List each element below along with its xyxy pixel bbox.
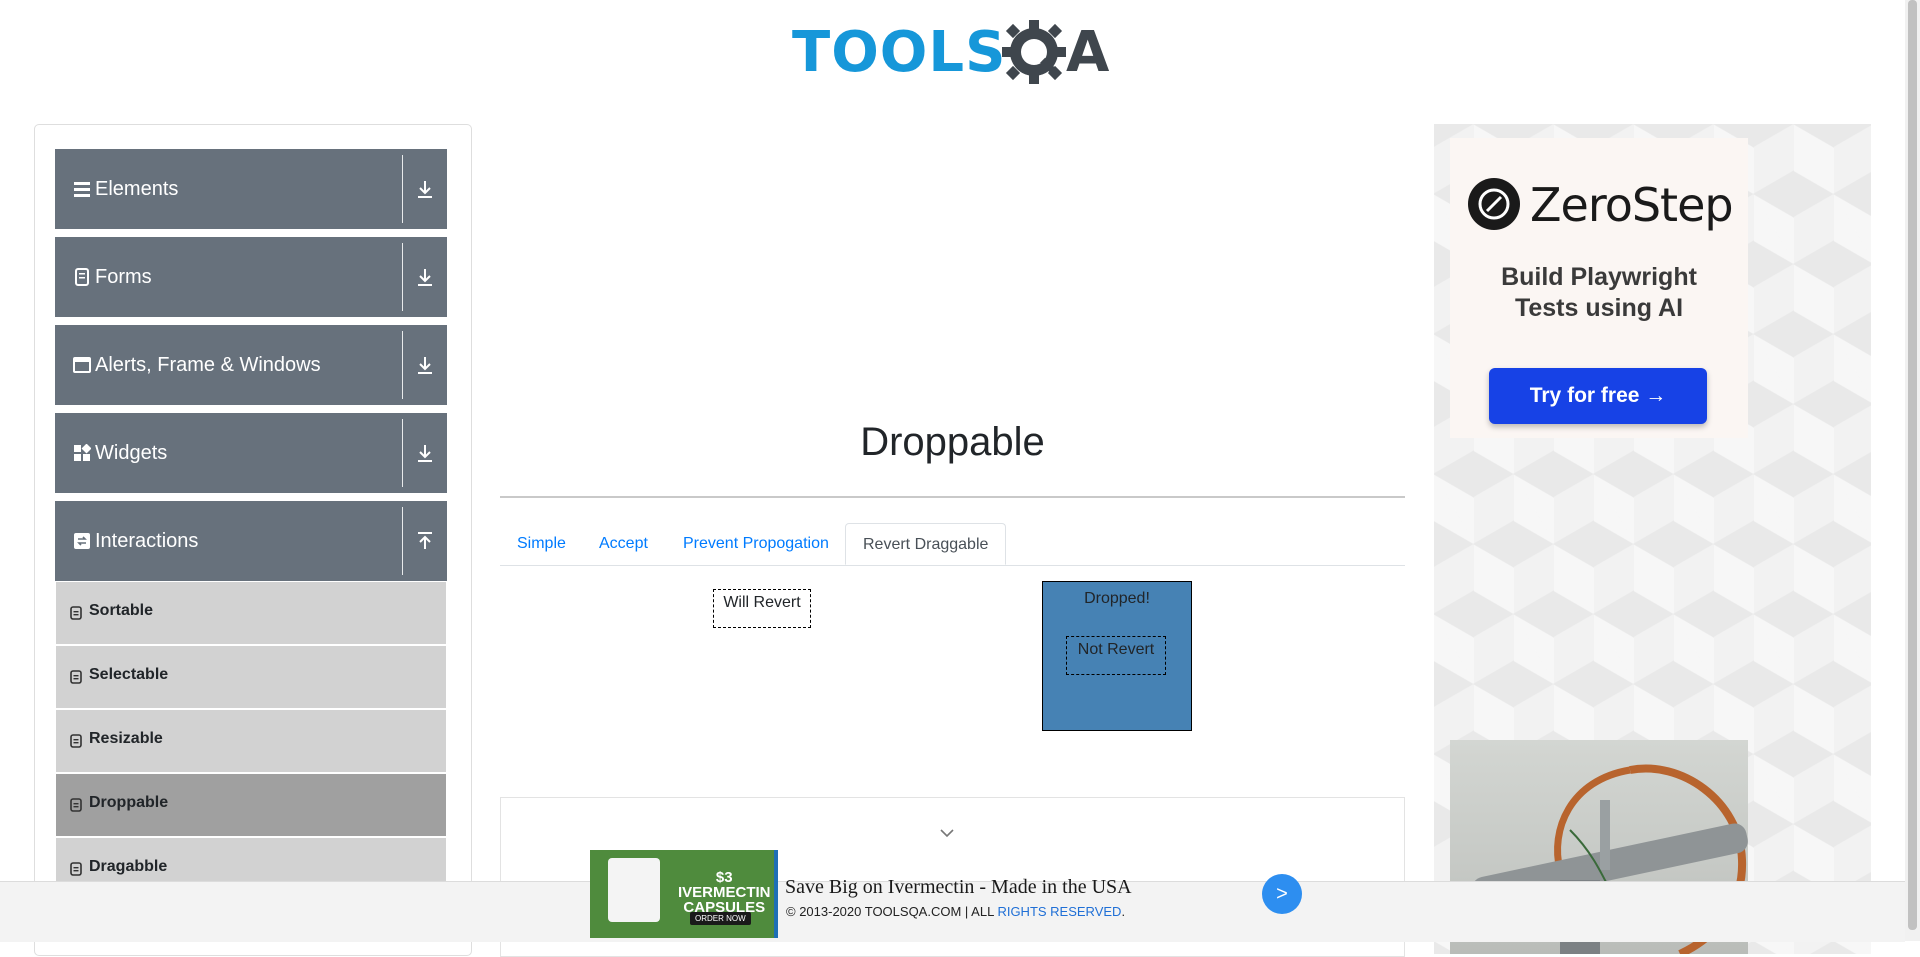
sidebar-group-label: Forms (95, 266, 152, 288)
sidebar-group-label: Elements (95, 178, 179, 200)
sidebar-group-alerts[interactable]: Alerts, Frame & Windows (55, 325, 447, 405)
collapse-icon[interactable] (412, 527, 438, 555)
scrollbar-thumb[interactable] (1908, 0, 1917, 930)
page-title: Droppable (860, 420, 1045, 464)
list-item-icon (70, 734, 82, 748)
bottom-sticky-ad[interactable]: $3 IVERMECTIN CAPSULES ORDER NOW Save Bi… (590, 850, 1302, 941)
window-icon (73, 357, 91, 373)
tab-simple[interactable]: Simple (500, 523, 583, 565)
sidebar-item-droppable[interactable]: Droppable (56, 774, 446, 838)
expand-icon[interactable] (412, 263, 438, 291)
sidebar-item-label: Resizable (89, 730, 163, 747)
sidebar-group-widgets[interactable]: Widgets (55, 413, 447, 493)
gear-q-icon (1002, 20, 1066, 84)
ad-price-line: IVERMECTIN (678, 884, 771, 901)
list-item-icon (70, 606, 82, 620)
sidebar-item-selectable[interactable]: Selectable (56, 646, 446, 710)
sidebar-item-sortable[interactable]: Sortable (56, 582, 446, 646)
form-icon (75, 268, 89, 286)
expand-icon[interactable] (412, 439, 438, 467)
divider (402, 331, 403, 399)
drop-target-label: Dropped! (1084, 590, 1150, 607)
sidebar-item-label: Droppable (89, 794, 169, 811)
ad-price: $3 IVERMECTIN CAPSULES (678, 870, 771, 915)
page-scrollbar[interactable] (1905, 0, 1920, 941)
tagline-line: Build Playwright (1501, 263, 1697, 291)
zerostep-tagline: Build Playwright Tests using AI (1450, 262, 1748, 324)
divider (500, 496, 1405, 498)
try-for-free-button[interactable]: Try for free → (1489, 368, 1707, 424)
divider (402, 419, 403, 487)
toolsqa-logo[interactable]: TOOLS A (792, 14, 1116, 90)
sidebar-group-label: Interactions (95, 530, 199, 552)
tab-prevent-propogation[interactable]: Prevent Propogation (666, 523, 846, 565)
sidebar-item-label: Dragabble (89, 858, 168, 875)
logo-text: TOOLS (792, 20, 1007, 85)
tab-accept[interactable]: Accept (582, 523, 665, 565)
zerostep-logo-icon (1468, 178, 1520, 230)
right-ad-panel: ZeroStep Build Playwright Tests using AI… (1434, 124, 1871, 954)
top-ad-slot (500, 124, 1405, 374)
list-item-icon (70, 670, 82, 684)
interactions-icon (74, 533, 90, 549)
logo-letter-a: A (1066, 20, 1110, 85)
not-revert-draggable[interactable]: Not Revert (1066, 636, 1166, 675)
widgets-icon (74, 444, 91, 461)
divider (402, 155, 403, 223)
sidebar-group-elements[interactable]: Elements (55, 149, 447, 229)
zerostep-brand: ZeroStep (1530, 178, 1734, 232)
hamburger-icon (74, 182, 90, 197)
ad-go-button[interactable]: > (1262, 874, 1302, 914)
sidebar-group-forms[interactable]: Forms (55, 237, 447, 317)
sidebar-item-resizable[interactable]: Resizable (56, 710, 446, 774)
bottle-image (608, 858, 660, 922)
sidebar-item-label: Selectable (89, 666, 169, 683)
sidebar-group-label: Widgets (95, 442, 168, 464)
expand-icon[interactable] (412, 175, 438, 203)
chevron-down-icon[interactable] (939, 828, 955, 838)
will-revert-draggable[interactable]: Will Revert (713, 589, 811, 628)
tagline-line: Tests using AI (1514, 294, 1684, 322)
divider (402, 243, 403, 311)
ad-price-line: $3 (715, 869, 733, 886)
sidebar-group-label: Alerts, Frame & Windows (95, 354, 321, 376)
drop-target[interactable]: Dropped! Not Revert (1042, 581, 1192, 731)
sidebar-group-interactions[interactable]: Interactions (55, 501, 447, 581)
order-now-badge: ORDER NOW (690, 912, 751, 925)
divider (402, 507, 403, 575)
ivermectin-ad-image[interactable]: $3 IVERMECTIN CAPSULES ORDER NOW (590, 850, 778, 938)
expand-icon[interactable] (412, 351, 438, 379)
list-item-icon (70, 862, 82, 876)
zerostep-ad[interactable]: ZeroStep Build Playwright Tests using AI… (1450, 138, 1748, 438)
list-item-icon (70, 798, 82, 812)
droppable-tabs: Simple Accept Prevent Propogation Revert… (500, 523, 1405, 566)
ad-headline[interactable]: Save Big on Ivermectin - Made in the USA (785, 876, 1132, 899)
tab-revert-draggable[interactable]: Revert Draggable (845, 523, 1007, 565)
sidebar-item-label: Sortable (89, 602, 154, 619)
